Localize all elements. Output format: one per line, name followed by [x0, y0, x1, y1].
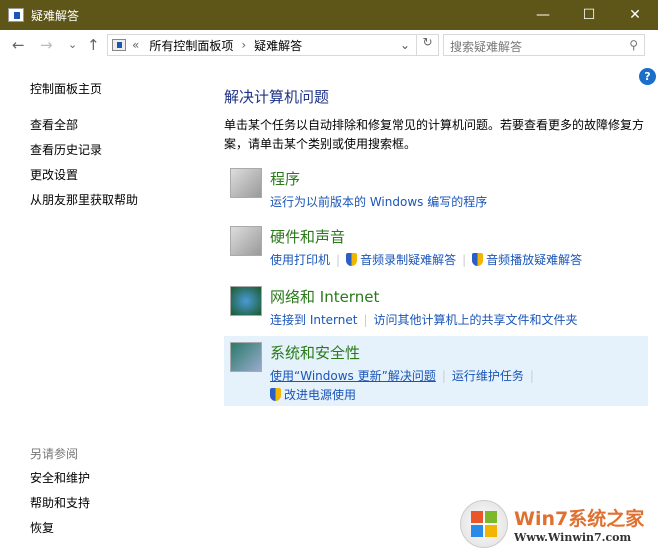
category-hardware-sound: 硬件和声音 使用打印机 | 音频录制疑难解答 | 音频播放疑难解答 — [224, 220, 648, 276]
watermark-url: Www.Winwin7.com — [514, 531, 632, 544]
hardware-sound-icon — [230, 226, 262, 256]
maximize-button[interactable]: ☐ — [566, 0, 612, 30]
see-also-recovery[interactable]: 恢复 — [30, 519, 54, 536]
sidebar-view-history[interactable]: 查看历史记录 — [30, 141, 102, 158]
category-programs: 程序 运行为以前版本的 Windows 编写的程序 — [224, 162, 648, 218]
address-dropdown-button[interactable]: ⌄ — [400, 38, 410, 52]
category-system-security: 系统和安全性 使用“Windows 更新”解决问题 | 运行维护任务 | 改进电源使用 — [224, 336, 648, 406]
system-security-icon — [230, 342, 262, 372]
search-placeholder: 搜索疑难解答 — [450, 40, 523, 54]
refresh-button[interactable]: ↻ — [416, 35, 438, 55]
page-description: 单击某个任务以自动排除和修复常见的计算机问题。若要查看更多的故障修复方案，请单击… — [224, 118, 645, 151]
link-windows-update[interactable]: 使用“Windows 更新”解决问题 — [270, 369, 436, 383]
minimize-button[interactable]: — — [520, 0, 566, 30]
help-button[interactable]: ? — [639, 68, 656, 85]
window-title: 疑难解答 — [31, 8, 80, 23]
link-power-usage[interactable]: 改进电源使用 — [284, 388, 356, 402]
link-connect-internet[interactable]: 连接到 Internet — [270, 313, 357, 327]
main-content: 解决计算机问题 单击某个任务以自动排除和修复常见的计算机问题。若要查看更多的故障… — [224, 86, 648, 406]
recent-locations-button[interactable]: ⌄ — [68, 38, 77, 51]
sidebar-control-panel-home[interactable]: 控制面板主页 — [30, 80, 102, 97]
sidebar-view-all[interactable]: 查看全部 — [30, 116, 78, 133]
category-network-internet: 网络和 Internet 连接到 Internet | 访问其他计算机上的共享文件和… — [224, 280, 648, 336]
sidebar-get-help-from-friend[interactable]: 从朋友那里获取帮助 — [30, 191, 138, 208]
watermark: Win7系统之家 Www.Winwin7.com — [460, 500, 644, 548]
link-shared-folders[interactable]: 访问其他计算机上的共享文件和文件夹 — [374, 313, 578, 327]
category-title[interactable]: 程序 — [270, 168, 487, 189]
category-title[interactable]: 系统和安全性 — [270, 342, 540, 363]
overflow-chevron[interactable]: « — [132, 38, 139, 52]
watermark-brand: Win7系统之家 — [514, 508, 645, 530]
breadcrumb-troubleshooting[interactable]: 疑难解答 — [254, 37, 302, 54]
see-also-help-support[interactable]: 帮助和支持 — [30, 494, 90, 511]
see-also-heading: 另请参阅 — [30, 447, 79, 461]
control-panel-icon — [112, 39, 126, 51]
forward-button[interactable]: → — [40, 36, 53, 54]
category-title[interactable]: 硬件和声音 — [270, 226, 582, 247]
link-audio-recording[interactable]: 音频录制疑难解答 — [360, 253, 456, 267]
link-audio-playback[interactable]: 音频播放疑难解答 — [486, 253, 582, 267]
programs-icon — [230, 168, 262, 198]
link-run-old-programs[interactable]: 运行为以前版本的 Windows 编写的程序 — [270, 195, 487, 209]
see-also-security-maintenance[interactable]: 安全和维护 — [30, 469, 90, 486]
link-use-printer[interactable]: 使用打印机 — [270, 253, 330, 267]
uac-shield-icon — [270, 388, 281, 401]
category-title[interactable]: 网络和 Internet — [270, 286, 578, 307]
search-icon[interactable]: ⚲ — [629, 38, 638, 52]
troubleshoot-app-icon — [8, 8, 24, 22]
close-button[interactable]: ✕ — [612, 0, 658, 30]
page-title: 解决计算机问题 — [224, 88, 330, 106]
search-input[interactable]: 搜索疑难解答 ⚲ — [443, 34, 645, 56]
address-bar[interactable]: « 所有控制面板项 › 疑难解答 ⌄ ↻ — [107, 34, 439, 56]
network-globe-icon — [230, 286, 262, 316]
uac-shield-icon — [472, 253, 484, 266]
breadcrumb-all-items[interactable]: 所有控制面板项 — [149, 37, 233, 54]
back-button[interactable]: ← — [12, 36, 25, 54]
windows-logo-icon — [460, 500, 508, 548]
link-maintenance-tasks[interactable]: 运行维护任务 — [452, 369, 524, 383]
address-toolbar: ← → ⌄ ↑ « 所有控制面板项 › 疑难解答 ⌄ ↻ 搜索疑难解答 ⚲ — [0, 30, 658, 62]
sidebar-change-settings[interactable]: 更改设置 — [30, 166, 78, 183]
title-bar: 疑难解答 — ☐ ✕ — [0, 0, 658, 30]
breadcrumb-separator[interactable]: › — [241, 38, 246, 52]
up-button[interactable]: ↑ — [87, 36, 100, 54]
uac-shield-icon — [346, 253, 358, 266]
